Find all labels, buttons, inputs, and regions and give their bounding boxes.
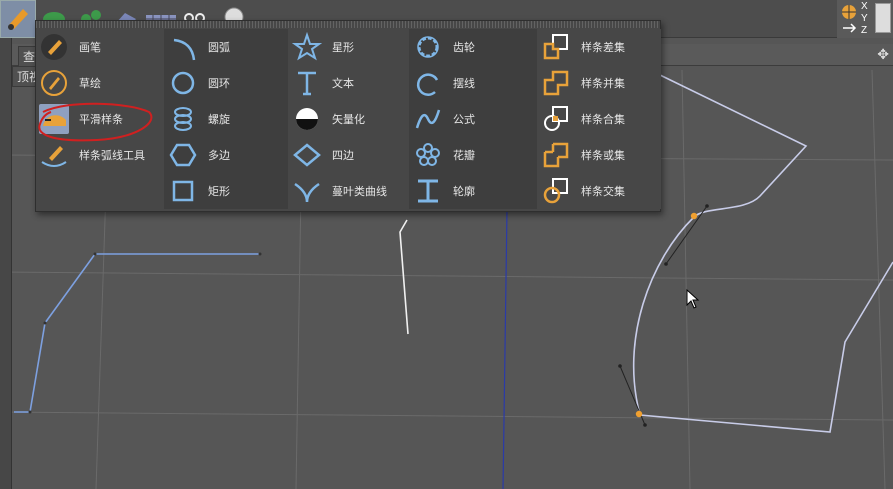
move-view-icon[interactable]: ✥: [877, 46, 889, 63]
menu-item-label: 画笔: [79, 42, 101, 54]
axis-widget[interactable]: X Y Z: [837, 0, 893, 38]
text-icon: [292, 68, 322, 98]
flower-icon: [413, 140, 443, 170]
left-panel-strip: [0, 38, 12, 489]
vectorizer-icon: [292, 104, 322, 134]
menu-item-label: 圆弧: [208, 42, 230, 54]
menu-item-label: 样条或集: [581, 150, 625, 162]
four-side-icon: [292, 140, 322, 170]
menu-column-3: 星形 文本 矢量化 四边 蔓叶类曲线: [288, 29, 409, 209]
menu-item-label: 蔓叶类曲线: [332, 186, 387, 198]
menu-item-circle[interactable]: 圆环: [164, 65, 288, 101]
menu-item-label: 齿轮: [453, 42, 475, 54]
menu-item-label: 多边: [208, 150, 230, 162]
axis-z-label: Z: [861, 25, 868, 36]
menu-item-label: 矩形: [208, 186, 230, 198]
menu-item-cycloid[interactable]: 摆线: [409, 65, 537, 101]
red-annotation-circle: [38, 102, 153, 142]
menu-item-label: 矢量化: [332, 114, 365, 126]
menu-item-label: 草绘: [79, 78, 101, 90]
menu-item-label: 文本: [332, 78, 354, 90]
menu-item-arc[interactable]: 圆弧: [164, 29, 288, 65]
menu-item-spline-and[interactable]: 样条合集: [537, 101, 661, 137]
grid-line-v: [681, 69, 691, 489]
spline-or-icon: [541, 140, 571, 170]
star-icon: [292, 32, 322, 62]
menu-item-label: 样条差集: [581, 42, 625, 54]
spline-and-icon: [541, 104, 571, 134]
gear-icon: [413, 32, 443, 62]
menu-item-label: 样条合集: [581, 114, 625, 126]
grid-line-h: [0, 411, 893, 421]
menu-item-pen[interactable]: 画笔: [36, 29, 164, 65]
circle-icon: [168, 68, 198, 98]
axis-y-label: Y: [861, 13, 868, 24]
spline-left-points: [28, 252, 262, 414]
formula-icon: [413, 104, 443, 134]
menu-item-star[interactable]: 星形: [288, 29, 409, 65]
menu-item-helix[interactable]: 螺旋: [164, 101, 288, 137]
menu-column-2: 圆弧 圆环 螺旋 多边 矩形: [164, 29, 288, 209]
pen-icon: [8, 9, 28, 30]
menu-item-profile[interactable]: 轮廓: [409, 173, 537, 209]
pen-tool-button[interactable]: [0, 0, 36, 38]
menu-column-4: 齿轮 摆线 公式 花瓣 轮廓: [409, 29, 537, 209]
menu-item-spline-union[interactable]: 样条并集: [537, 65, 661, 101]
menu-item-spline-or[interactable]: 样条或集: [537, 137, 661, 173]
menu-item-vectorizer[interactable]: 矢量化: [288, 101, 409, 137]
mouse-cursor-icon: [686, 289, 700, 309]
menu-item-label: 四边: [332, 150, 354, 162]
menu-item-text[interactable]: 文本: [288, 65, 409, 101]
menu-item-spline-intersect[interactable]: 样条交集: [537, 173, 661, 209]
menu-item-sketch[interactable]: 草绘: [36, 65, 164, 101]
sketch-icon: [39, 68, 69, 98]
menu-item-label: 圆环: [208, 78, 230, 90]
menu-item-rectangle[interactable]: 矩形: [164, 173, 288, 209]
spline-middle[interactable]: [399, 219, 409, 335]
helix-icon: [168, 104, 198, 134]
spline-intersect-icon: [541, 176, 571, 206]
menu-item-flower[interactable]: 花瓣: [409, 137, 537, 173]
menu-item-label: 公式: [453, 114, 475, 126]
menu-item-label: 星形: [332, 42, 354, 54]
menu-item-four-side[interactable]: 四边: [288, 137, 409, 173]
menu-item-formula[interactable]: 公式: [409, 101, 537, 137]
grid-line-h: [0, 271, 893, 281]
tangent-handle-upper[interactable]: [665, 205, 708, 265]
axis-toggle[interactable]: [875, 3, 891, 33]
control-point-upper[interactable]: [690, 212, 698, 220]
profile-icon: [413, 176, 443, 206]
menu-item-label: 螺旋: [208, 114, 230, 126]
polygon-icon: [168, 140, 198, 170]
cycloid-icon: [413, 68, 443, 98]
axis-x-label: X: [861, 1, 868, 12]
spline-union-icon: [541, 68, 571, 98]
menu-item-label: 样条交集: [581, 186, 625, 198]
menu-item-label: 花瓣: [453, 150, 475, 162]
menu-item-label: 样条弧线工具: [79, 150, 145, 162]
pen-icon: [39, 32, 69, 62]
rectangle-icon: [168, 176, 198, 206]
menu-item-label: 轮廓: [453, 186, 475, 198]
arc-icon: [168, 32, 198, 62]
menu-tearoff-grip[interactable]: [36, 21, 660, 28]
control-point-lower[interactable]: [635, 410, 643, 418]
spline-left[interactable]: [14, 253, 260, 413]
spline-right[interactable]: [632, 74, 893, 433]
menu-item-cissoid[interactable]: 蔓叶类曲线: [288, 173, 409, 209]
menu-item-label: 摆线: [453, 78, 475, 90]
menu-item-polygon[interactable]: 多边: [164, 137, 288, 173]
menu-column-5: 样条差集 样条并集 样条合集 样条或集 样条交集: [537, 29, 661, 209]
spline-arc-tool-icon: [39, 140, 69, 170]
menu-item-spline-subtract[interactable]: 样条差集: [537, 29, 661, 65]
spline-subtract-icon: [541, 32, 571, 62]
menu-item-gear[interactable]: 齿轮: [409, 29, 537, 65]
menu-item-label: 样条并集: [581, 78, 625, 90]
cissoid-icon: [292, 176, 322, 206]
